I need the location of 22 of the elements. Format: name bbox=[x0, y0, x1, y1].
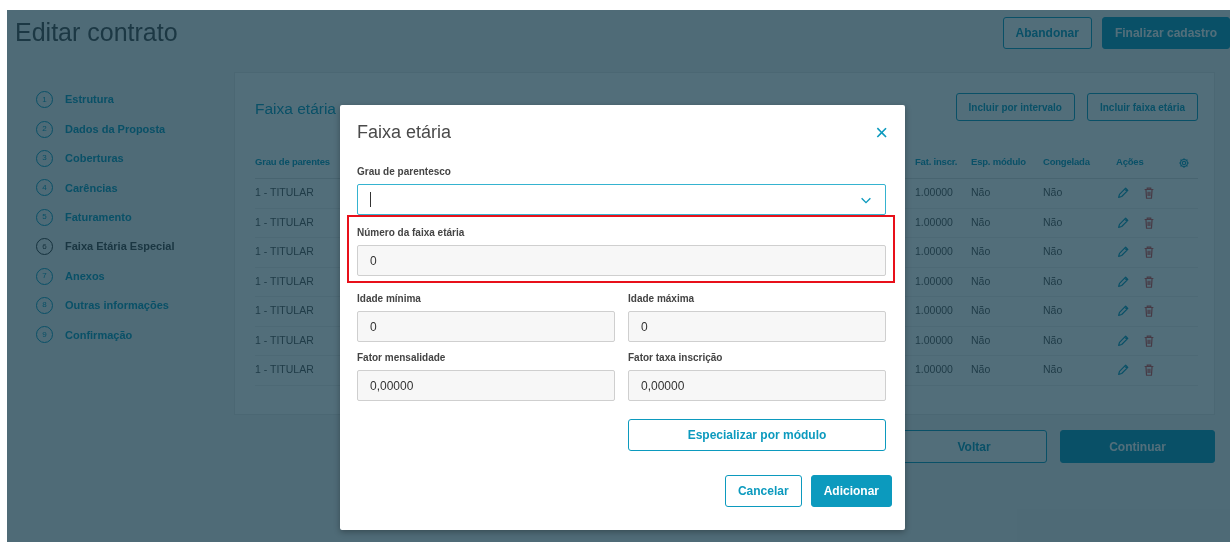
input-field[interactable]: 0,00000 bbox=[628, 370, 886, 401]
field-label: Idade máxima bbox=[628, 292, 696, 306]
specialize-button[interactable]: Especializar por módulo bbox=[628, 419, 886, 451]
field-label: Fator taxa inscrição bbox=[628, 351, 724, 365]
cancel-button[interactable]: Cancelar bbox=[724, 475, 802, 507]
step-label: Outras informações bbox=[65, 298, 169, 314]
step-label: Faturamento bbox=[65, 210, 132, 225]
card-title: Faixa etária bbox=[255, 99, 337, 120]
add-button[interactable]: Adicionar bbox=[810, 475, 892, 507]
input-field[interactable]: 0 bbox=[628, 311, 886, 342]
input-field[interactable]: 0 bbox=[357, 245, 886, 276]
input-field[interactable]: 0 bbox=[357, 311, 615, 342]
step-label: Confirmação bbox=[65, 327, 133, 343]
close-button[interactable]: × bbox=[871, 121, 892, 144]
step-label: Estrutura bbox=[65, 92, 114, 108]
modal-title: Faixa etária bbox=[357, 121, 453, 144]
input-field[interactable]: 0,00000 bbox=[357, 370, 615, 401]
select-field[interactable] bbox=[357, 184, 886, 215]
step-label: Anexos bbox=[65, 268, 105, 284]
step-label: Carências bbox=[65, 180, 118, 196]
step-label: Coberturas bbox=[65, 151, 124, 167]
step-label: Dados da Proposta bbox=[65, 121, 166, 137]
